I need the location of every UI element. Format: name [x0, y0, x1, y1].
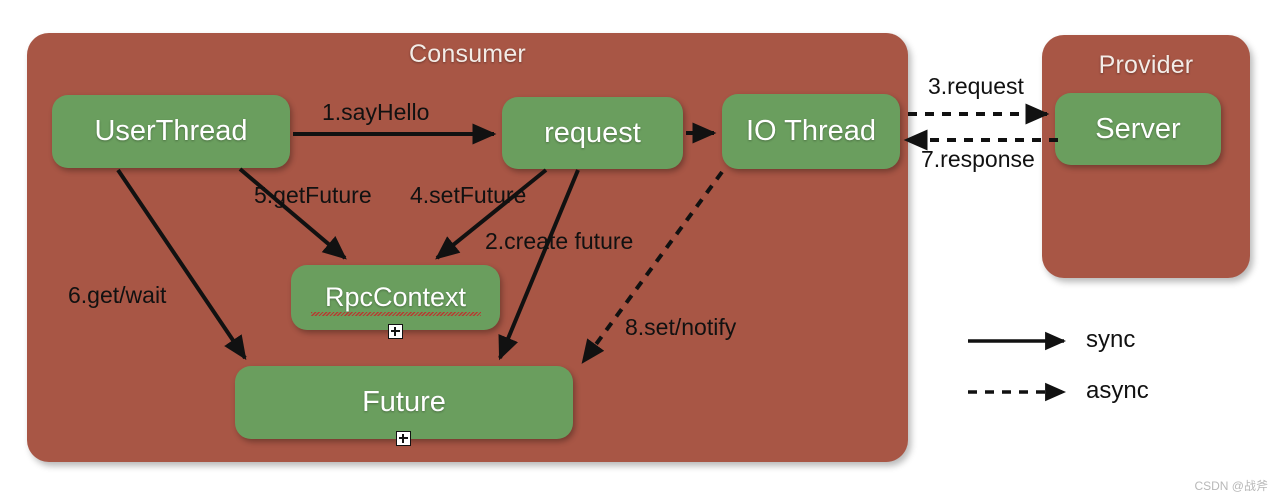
consumer-panel-title: Consumer — [409, 40, 526, 68]
edge-label-response: 7.response — [921, 146, 1035, 172]
node-rpccontext[interactable]: RpcContext — [291, 265, 500, 330]
node-request-label: request — [544, 116, 641, 149]
node-userthread[interactable]: UserThread — [52, 95, 290, 168]
provider-panel-title: Provider — [1098, 51, 1194, 79]
edge-label-createfuture: 2.create future — [485, 228, 634, 254]
node-io-thread[interactable]: IO Thread — [722, 94, 900, 169]
edge-label-setfuture: 4.setFuture — [410, 182, 527, 208]
plus-icon-rpccontext[interactable] — [388, 324, 403, 339]
node-future-label: Future — [362, 386, 446, 418]
node-future[interactable]: Future — [235, 366, 573, 439]
node-io-thread-label: IO Thread — [745, 115, 877, 147]
edge-label-setnotify: 8.set/notify — [625, 314, 737, 340]
node-rpccontext-label: RpcContext — [324, 282, 467, 312]
sync-arrow-icon — [968, 331, 1067, 351]
plus-icon-future[interactable] — [396, 431, 411, 446]
edge-label-getfuture: 5.getFuture — [254, 182, 372, 208]
legend-item-sync: sync — [966, 326, 1206, 358]
legend-item-async: async — [966, 377, 1206, 409]
async-arrow-icon — [968, 382, 1067, 402]
node-request[interactable]: request — [502, 97, 683, 169]
node-server-label: Server — [1095, 112, 1181, 145]
edge-label-getwait: 6.get/wait — [68, 282, 167, 308]
watermark: CSDN @战斧 — [1194, 479, 1268, 493]
legend-label-sync: sync — [1086, 326, 1136, 353]
edge-label-sayhello: 1.sayHello — [322, 99, 430, 125]
architecture-diagram: Consumer Provider UserThread request IO … — [0, 0, 1280, 500]
node-server[interactable]: Server — [1055, 93, 1221, 165]
edge-label-request: 3.request — [928, 73, 1024, 99]
legend-label-async: async — [1086, 377, 1149, 404]
node-userthread-label: UserThread — [94, 115, 248, 147]
legend: sync async — [966, 325, 1206, 425]
